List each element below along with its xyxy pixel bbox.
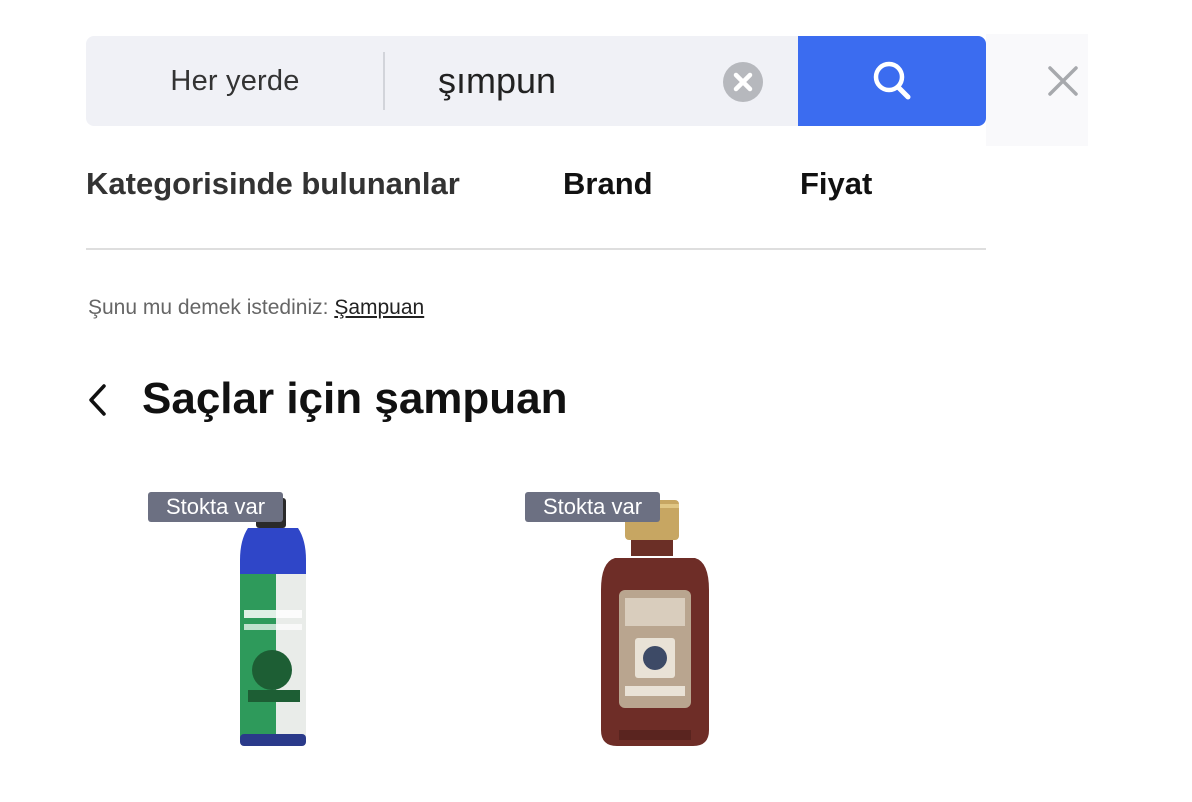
tabs-divider [86,248,986,250]
did-you-mean-prefix: Şunu mu demek istediniz: [88,296,329,319]
tab-label: Fiyat [800,166,873,201]
stock-badge: Stokta var [148,492,284,522]
close-icon [1048,66,1078,96]
did-you-mean-link[interactable]: Şampuan [334,296,428,319]
chevron-left-icon [89,384,106,416]
search-bar: Her yerde şımpun [86,36,986,126]
tab-label: Kategorisinde bulunanlar [86,166,460,201]
back-button[interactable] [84,380,114,420]
tab-price[interactable]: Fiyat [800,166,872,202]
section-title: Saçlar için şampuan [142,374,568,423]
close-search-button[interactable] [1040,58,1086,104]
search-input[interactable]: şımpun [438,36,556,126]
did-you-mean: Şunu mu demek istediniz: Şampuan [88,296,428,320]
clear-search-button[interactable] [723,62,763,102]
tab-categories[interactable]: Kategorisinde bulunanlar [86,166,460,202]
search-query-text: şımpun [438,60,557,101]
product-card[interactable]: Stokta var [525,490,845,760]
tab-label: Brand [563,166,653,201]
stock-badge: Stokta var [525,492,661,522]
product-image [240,498,306,746]
search-bar-separator [383,52,385,110]
product-card[interactable]: Stokta var [148,490,468,760]
search-scope-selector[interactable]: Her yerde [86,36,384,126]
search-button[interactable] [798,36,986,126]
search-scope-label: Her yerde [170,64,300,97]
product-image [601,500,709,746]
tab-brand[interactable]: Brand [563,166,653,202]
search-icon [873,61,911,100]
clear-circle-icon [733,72,753,92]
